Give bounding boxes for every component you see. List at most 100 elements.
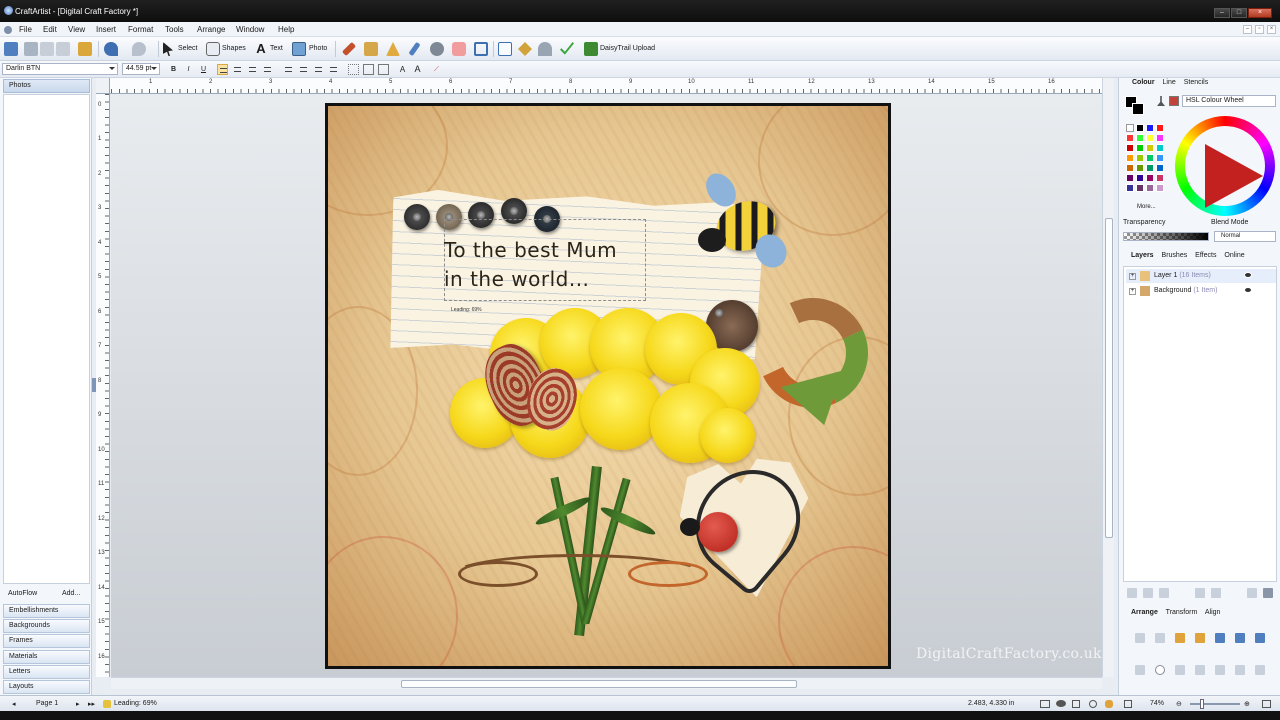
colour-wheel[interactable]	[1175, 116, 1275, 216]
button-embellishment[interactable]	[404, 204, 430, 230]
transparency-slider[interactable]	[1123, 232, 1209, 241]
autoflow-button[interactable]: AutoFlow	[8, 590, 37, 597]
swatch[interactable]	[1156, 174, 1164, 182]
layer-row-layer1[interactable]: + Layer 1 (16 Items)	[1126, 269, 1276, 283]
swatch[interactable]	[1146, 154, 1154, 162]
text-tool-icon[interactable]: A	[254, 42, 268, 56]
colour-swatch-grid[interactable]	[1126, 124, 1170, 204]
page-indicator[interactable]: Page 1	[36, 700, 58, 707]
last-page-icon[interactable]: ▸▸	[88, 700, 95, 708]
format-painter-icon[interactable]	[78, 42, 92, 56]
ruler-corner[interactable]	[96, 78, 110, 94]
align-icon[interactable]	[1255, 633, 1265, 643]
layer-up-icon[interactable]	[1195, 588, 1205, 598]
italic-button[interactable]: I	[183, 64, 194, 75]
swatch[interactable]	[1146, 144, 1154, 152]
swatch[interactable]	[1136, 124, 1144, 132]
daisytrail-upload-label[interactable]: DaisyTrail Upload	[600, 45, 655, 52]
copy-icon[interactable]	[40, 42, 54, 56]
line-colour-swatch[interactable]	[1132, 103, 1144, 115]
add-layer-icon[interactable]	[1127, 588, 1137, 598]
category-embellishments[interactable]: Embellishments	[3, 604, 90, 618]
category-frames[interactable]: Frames	[3, 634, 90, 648]
swatch[interactable]	[1136, 174, 1144, 182]
swatch[interactable]	[1126, 174, 1134, 182]
save-icon[interactable]	[4, 42, 18, 56]
swatch[interactable]	[1156, 184, 1164, 192]
undo-icon[interactable]	[104, 42, 118, 56]
zoom-slider-knob[interactable]	[1200, 699, 1204, 709]
fit-text-button[interactable]	[363, 64, 374, 75]
redo-icon[interactable]	[132, 42, 146, 56]
pen-icon[interactable]	[386, 42, 400, 56]
doc-restore-button[interactable]: ▫	[1255, 25, 1264, 34]
menu-view[interactable]: View	[68, 25, 85, 34]
paste-icon[interactable]	[56, 42, 70, 56]
bold-button[interactable]: B	[168, 64, 179, 75]
crop-icon[interactable]	[474, 42, 488, 56]
menu-insert[interactable]: Insert	[96, 25, 116, 34]
align-right-button[interactable]	[247, 64, 258, 75]
swatch[interactable]	[1156, 154, 1164, 162]
align-center-button[interactable]	[232, 64, 243, 75]
vertical-scrollbar[interactable]	[1102, 78, 1114, 677]
cut-icon[interactable]	[24, 42, 38, 56]
stamp-icon[interactable]	[538, 42, 552, 56]
horizontal-scroll-thumb[interactable]	[401, 680, 797, 688]
swatch[interactable]	[1136, 134, 1144, 142]
horizontal-scrollbar[interactable]	[111, 677, 1102, 689]
colour-triangle[interactable]	[1205, 144, 1263, 208]
category-backgrounds[interactable]: Backgrounds	[3, 619, 90, 633]
distribute-icon[interactable]	[1235, 665, 1245, 675]
minimize-button[interactable]: –	[1214, 8, 1230, 18]
outdent-button[interactable]	[328, 64, 339, 75]
swatch[interactable]	[1146, 164, 1154, 172]
rotate-icon[interactable]	[1235, 633, 1245, 643]
menu-help[interactable]: Help	[278, 25, 294, 34]
bullets-button[interactable]	[283, 64, 294, 75]
shapes-tool-label[interactable]: Shapes	[222, 45, 246, 52]
ungroup-icon[interactable]	[1175, 665, 1185, 675]
expand-icon[interactable]: +	[1129, 288, 1136, 295]
tab-brushes[interactable]: Brushes	[1162, 252, 1188, 259]
horizontal-ruler[interactable]: 0 1 2 3 4 5 6 7 8 9 10 11 12 13 14 15 16	[96, 78, 1108, 94]
menu-format[interactable]: Format	[128, 25, 153, 34]
swatch[interactable]	[1126, 134, 1134, 142]
tab-arrange[interactable]: Arrange	[1131, 609, 1158, 616]
next-page-icon[interactable]: ▸	[76, 700, 80, 708]
zoom-tool-icon[interactable]	[1089, 700, 1097, 708]
checkmark-icon[interactable]	[560, 42, 574, 55]
bring-to-front-icon[interactable]	[1135, 633, 1145, 643]
swatch[interactable]	[1126, 144, 1134, 152]
duplicate-icon[interactable]	[1215, 665, 1225, 675]
font-size-select[interactable]: 44.59 pt	[122, 63, 160, 75]
visibility-eye-icon[interactable]	[1244, 272, 1252, 278]
layer-menu-icon[interactable]	[1263, 588, 1273, 598]
shapes-icon[interactable]	[206, 42, 220, 56]
expand-icon[interactable]: +	[1129, 273, 1136, 280]
swatch[interactable]	[1146, 124, 1154, 132]
visibility-eye-icon[interactable]	[1244, 287, 1252, 293]
layer-properties-icon[interactable]	[1143, 588, 1153, 598]
bring-forward-icon[interactable]	[1155, 633, 1165, 643]
swatch[interactable]	[1156, 124, 1164, 132]
category-materials[interactable]: Materials	[3, 650, 90, 664]
maximize-button[interactable]: □	[1231, 8, 1247, 18]
layer-down-icon[interactable]	[1211, 588, 1221, 598]
align-left-button[interactable]	[217, 64, 228, 75]
zoom-options-icon[interactable]	[1124, 700, 1132, 708]
swatch[interactable]	[1156, 164, 1164, 172]
fit-page-icon[interactable]	[1040, 700, 1050, 708]
shrink-font-button[interactable]: A	[397, 64, 408, 75]
zoom-in-icon[interactable]: ⊕	[1244, 700, 1250, 708]
more-colours-link[interactable]: More...	[1137, 204, 1156, 210]
swatch[interactable]	[1126, 154, 1134, 162]
doc-minimize-button[interactable]: –	[1243, 25, 1252, 34]
vertical-scroll-thumb[interactable]	[1105, 218, 1113, 538]
blend-mode-select[interactable]: Normal	[1214, 231, 1276, 242]
zoom-out-icon[interactable]: ⊖	[1176, 700, 1182, 708]
tab-colour[interactable]: Colour	[1132, 79, 1155, 86]
handwritten-text[interactable]: To the best Mum in the world...	[444, 236, 617, 294]
select-tool-label[interactable]: Select	[178, 45, 197, 52]
layer-paint-icon[interactable]	[1247, 588, 1257, 598]
